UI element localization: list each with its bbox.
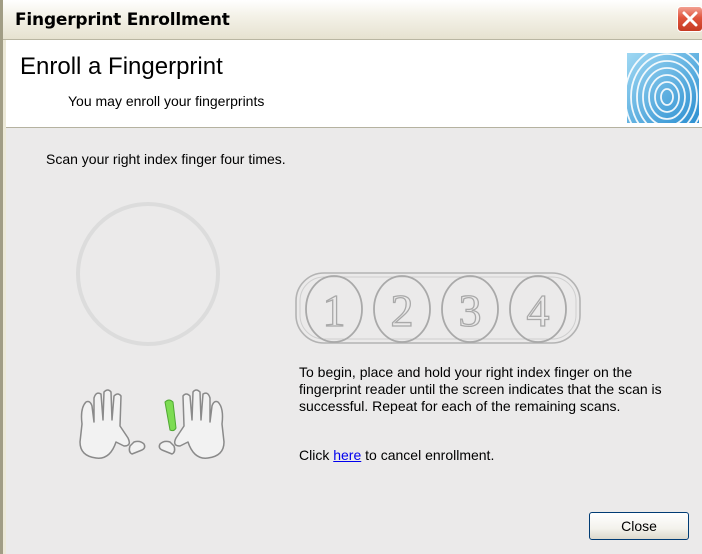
cancel-prefix: Click [299,447,334,463]
scan-step: 1 [305,275,363,343]
header-panel: Enroll a Fingerprint You may enroll your… [6,40,702,128]
left-hand-icon [79,389,131,459]
close-button[interactable]: Close [589,512,689,540]
scan-step: 3 [441,275,499,343]
fingerprint-scan-area [76,202,220,346]
page-subtitle: You may enroll your fingerprints [68,93,265,109]
scan-step-3: 3 [459,285,482,336]
scan-step-4: 4 [527,285,550,336]
window-title: Fingerprint Enrollment [15,10,230,30]
hands-illustration [79,389,225,459]
title-bar: Fingerprint Enrollment [3,0,702,40]
enrollment-window: Fingerprint Enrollment Enroll a Fingerpr… [0,0,702,554]
selected-finger-highlight [164,399,177,432]
scan-step-2: 2 [391,285,414,336]
cancel-enrollment-link[interactable]: here [333,447,361,463]
fingerprint-icon [627,53,699,123]
content-area: Scan your right index finger four times.… [6,128,702,554]
scan-progress: 1 2 3 4 [295,272,581,344]
scan-step-1: 1 [323,285,346,336]
scan-step: 4 [509,275,567,343]
enrollment-instructions: To begin, place and hold your right inde… [299,364,662,414]
scan-instruction: Scan your right index finger four times. [46,151,286,167]
close-icon[interactable] [677,6,702,32]
cancel-suffix: to cancel enrollment. [361,447,495,463]
page-title: Enroll a Fingerprint [20,53,223,80]
scan-step: 2 [373,275,431,343]
right-hand-icon [173,389,225,459]
cancel-line: Click here to cancel enrollment. [299,447,494,463]
